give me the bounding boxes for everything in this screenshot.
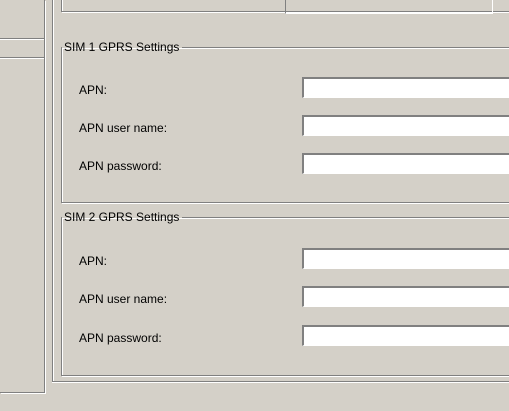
sim1-apn-username-input[interactable] bbox=[302, 115, 509, 136]
left-pane bbox=[0, 0, 45, 393]
left-tab-separator-top bbox=[0, 0, 44, 39]
sim2-apn-password-input[interactable] bbox=[302, 325, 509, 346]
sim2-group-title: SIM 2 GPRS Settings bbox=[64, 210, 180, 224]
sim1-apn-input[interactable] bbox=[302, 77, 509, 98]
sim2-apn-password-label: APN password: bbox=[79, 331, 162, 345]
sim1-apn-label: APN: bbox=[79, 83, 108, 97]
sim2-apn-username-input[interactable] bbox=[302, 286, 509, 307]
sim1-apn-password-label: APN password: bbox=[79, 159, 162, 173]
sim2-apn-label: APN: bbox=[79, 254, 108, 268]
sim1-apn-password-input[interactable] bbox=[302, 153, 509, 174]
sim1-group-title: SIM 1 GPRS Settings bbox=[64, 40, 180, 54]
sim1-apn-username-label: APN user name: bbox=[79, 121, 168, 135]
sim2-apn-username-label: APN user name: bbox=[79, 292, 168, 306]
left-tab-separator-mid bbox=[0, 57, 44, 58]
sim2-apn-input[interactable] bbox=[302, 248, 509, 269]
previous-settings-input[interactable] bbox=[285, 0, 493, 14]
